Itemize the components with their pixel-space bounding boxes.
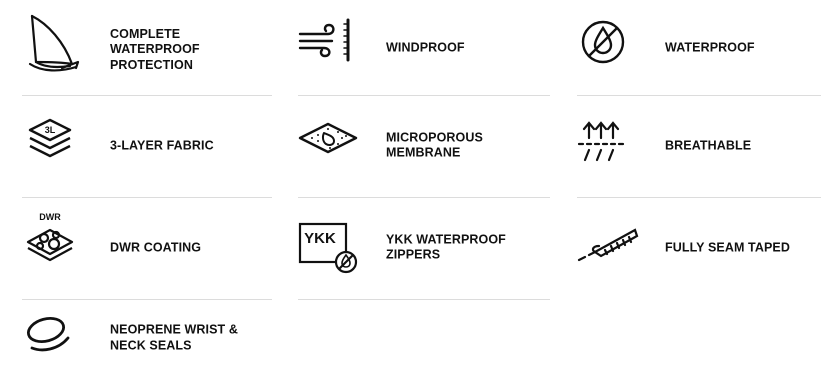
feature-label: 3-LAYER FABRIC bbox=[110, 137, 214, 152]
divider bbox=[22, 197, 272, 198]
divider bbox=[577, 197, 821, 198]
feature-label: NEOPRENE WRIST & NECK SEALS bbox=[110, 322, 238, 353]
feature-label: MICROPOROUS MEMBRANE bbox=[386, 130, 483, 160]
ykk-zipper-icon: YKK bbox=[298, 210, 360, 274]
neoprene-seal-icon bbox=[22, 308, 84, 368]
seam-tape-icon bbox=[577, 210, 639, 270]
sailboat-icon bbox=[22, 12, 84, 72]
water-drop-icon bbox=[577, 10, 639, 70]
feature-dwr-coating: DWR DWR COATING bbox=[22, 210, 272, 285]
feature-label: BREATHABLE bbox=[665, 137, 752, 152]
ykk-icon-text: YKK bbox=[304, 230, 336, 247]
fabric-layers-icon-text: 3L bbox=[45, 125, 56, 135]
feature-complete-waterproof: COMPLETE WATERPROOF PROTECTION bbox=[22, 12, 272, 87]
divider bbox=[298, 299, 550, 300]
feature-windproof: WINDPROOF bbox=[298, 10, 548, 85]
membrane-icon bbox=[298, 108, 360, 168]
feature-label: COMPLETE WATERPROOF PROTECTION bbox=[110, 26, 200, 72]
feature-3-layer-fabric: 3L 3-LAYER FABRIC bbox=[22, 108, 272, 183]
feature-label: WATERPROOF bbox=[665, 39, 755, 54]
feature-microporous-membrane: MICROPOROUS MEMBRANE bbox=[298, 108, 548, 183]
feature-label: YKK WATERPROOF ZIPPERS bbox=[386, 232, 506, 262]
feature-neoprene-seals: NEOPRENE WRIST & NECK SEALS bbox=[22, 308, 272, 368]
dwr-coating-icon: DWR bbox=[22, 210, 84, 270]
divider bbox=[298, 95, 550, 96]
feature-label: WINDPROOF bbox=[386, 39, 465, 54]
feature-label: DWR COATING bbox=[110, 239, 202, 254]
divider bbox=[22, 299, 272, 300]
divider bbox=[577, 95, 821, 96]
feature-waterproof: WATERPROOF bbox=[577, 10, 823, 85]
dwr-icon-text: DWR bbox=[39, 212, 61, 222]
feature-fully-seam-taped: FULLY SEAM TAPED bbox=[577, 210, 823, 285]
breathable-icon bbox=[577, 108, 639, 168]
divider bbox=[298, 197, 550, 198]
feature-ykk-zippers: YKK YKK WATERPROOF ZIPPERS bbox=[298, 210, 548, 285]
fabric-layers-icon: 3L bbox=[22, 108, 84, 168]
feature-breathable: BREATHABLE bbox=[577, 108, 823, 183]
divider bbox=[22, 95, 272, 96]
wind-icon bbox=[298, 10, 360, 70]
feature-label: FULLY SEAM TAPED bbox=[665, 239, 790, 254]
